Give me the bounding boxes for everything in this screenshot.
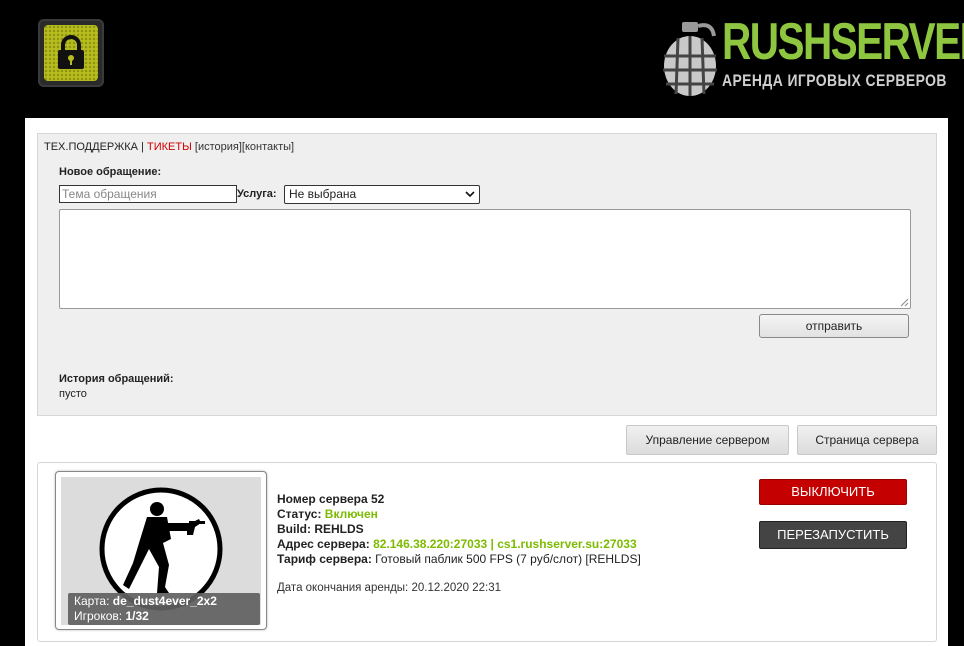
status-label: Статус: (277, 507, 322, 521)
status-value: Включен (324, 507, 378, 521)
resize-handle-icon[interactable] (900, 298, 909, 307)
restart-button[interactable]: ПЕРЕЗАПУСТИТЬ (759, 521, 907, 549)
message-textarea[interactable] (59, 209, 911, 309)
support-panel: ТЕХ.ПОДДЕРЖКА | ТИКЕТЫ [история][контакт… (37, 133, 937, 416)
new-request-label: Новое обращение: (59, 166, 162, 178)
nav-separator: | (138, 141, 148, 153)
lock-badge[interactable] (38, 19, 104, 87)
brand-name: RUSHSERVER (722, 13, 964, 71)
server-number-label: Номер сервера (277, 492, 368, 506)
server-number-value: 52 (370, 492, 385, 506)
service-selected-value: Не выбрана (289, 187, 357, 201)
send-button[interactable]: отправить (759, 314, 909, 338)
chevron-down-icon (465, 191, 475, 198)
service-select[interactable]: Не выбрана (284, 185, 480, 204)
map-info-overlay: Карта: de_dust4ever_2x2 Игроков: 1/32 (68, 593, 260, 625)
rental-expiry: Дата окончания аренды: 20.12.2020 22:31 (277, 582, 501, 594)
subject-input[interactable] (59, 185, 237, 203)
tariff-value: Готовый паблик 500 FPS (7 руб/слот) [REH… (375, 552, 641, 566)
tariff-label: Тариф сервера: (277, 552, 372, 566)
service-label: Услуга: (237, 188, 277, 200)
history-empty: пусто (59, 388, 87, 400)
expiry-label: Дата окончания аренды: (277, 582, 409, 594)
tab-tickets[interactable]: ТИКЕТЫ (147, 141, 192, 153)
grenade-icon (663, 22, 717, 96)
build-value: REHLDS (314, 522, 364, 536)
tab-history[interactable]: [история] (195, 141, 242, 153)
site-logo[interactable]: RUSHSERVER АРЕНДА ИГРОВЫХ СЕРВЕРОВ (660, 13, 964, 98)
history-label: История обращений: (59, 373, 174, 385)
expiry-value: 20.12.2020 22:31 (411, 582, 501, 594)
turn-off-button[interactable]: ВЫКЛЮЧИТЬ (759, 479, 907, 505)
server-page-button[interactable]: Страница сервера (797, 425, 937, 455)
game-image: Карта: de_dust4ever_2x2 Игроков: 1/32 (61, 477, 261, 625)
build-label: Build: (277, 522, 311, 536)
players-value: 1/32 (125, 609, 149, 623)
server-info: Номер сервера 52 Статус: Включен Build: … (277, 492, 641, 567)
lock-icon (58, 35, 84, 69)
lock-badge-face (44, 25, 98, 81)
tab-contacts[interactable]: [контакты] (242, 141, 294, 153)
server-card: Карта: de_dust4ever_2x2 Игроков: 1/32 Но… (37, 462, 937, 642)
map-value: de_dust4ever_2x2 (112, 594, 217, 608)
main-panel: ТЕХ.ПОДДЕРЖКА | ТИКЕТЫ [история][контакт… (25, 118, 948, 646)
players-label: Игроков: (74, 609, 123, 623)
brand-tagline: АРЕНДА ИГРОВЫХ СЕРВЕРОВ (722, 71, 947, 90)
address-value[interactable]: 82.146.38.220:27033 | cs1.rushserver.su:… (373, 537, 637, 551)
manage-server-button[interactable]: Управление сервером (626, 425, 789, 455)
map-label: Карта: (74, 594, 110, 608)
nav-section: ТЕХ.ПОДДЕРЖКА (44, 141, 139, 153)
address-label: Адрес сервера: (277, 537, 370, 551)
server-thumbnail[interactable]: Карта: de_dust4ever_2x2 Игроков: 1/32 (55, 471, 267, 630)
support-nav: ТЕХ.ПОДДЕРЖКА | ТИКЕТЫ [история][контакт… (44, 141, 294, 153)
